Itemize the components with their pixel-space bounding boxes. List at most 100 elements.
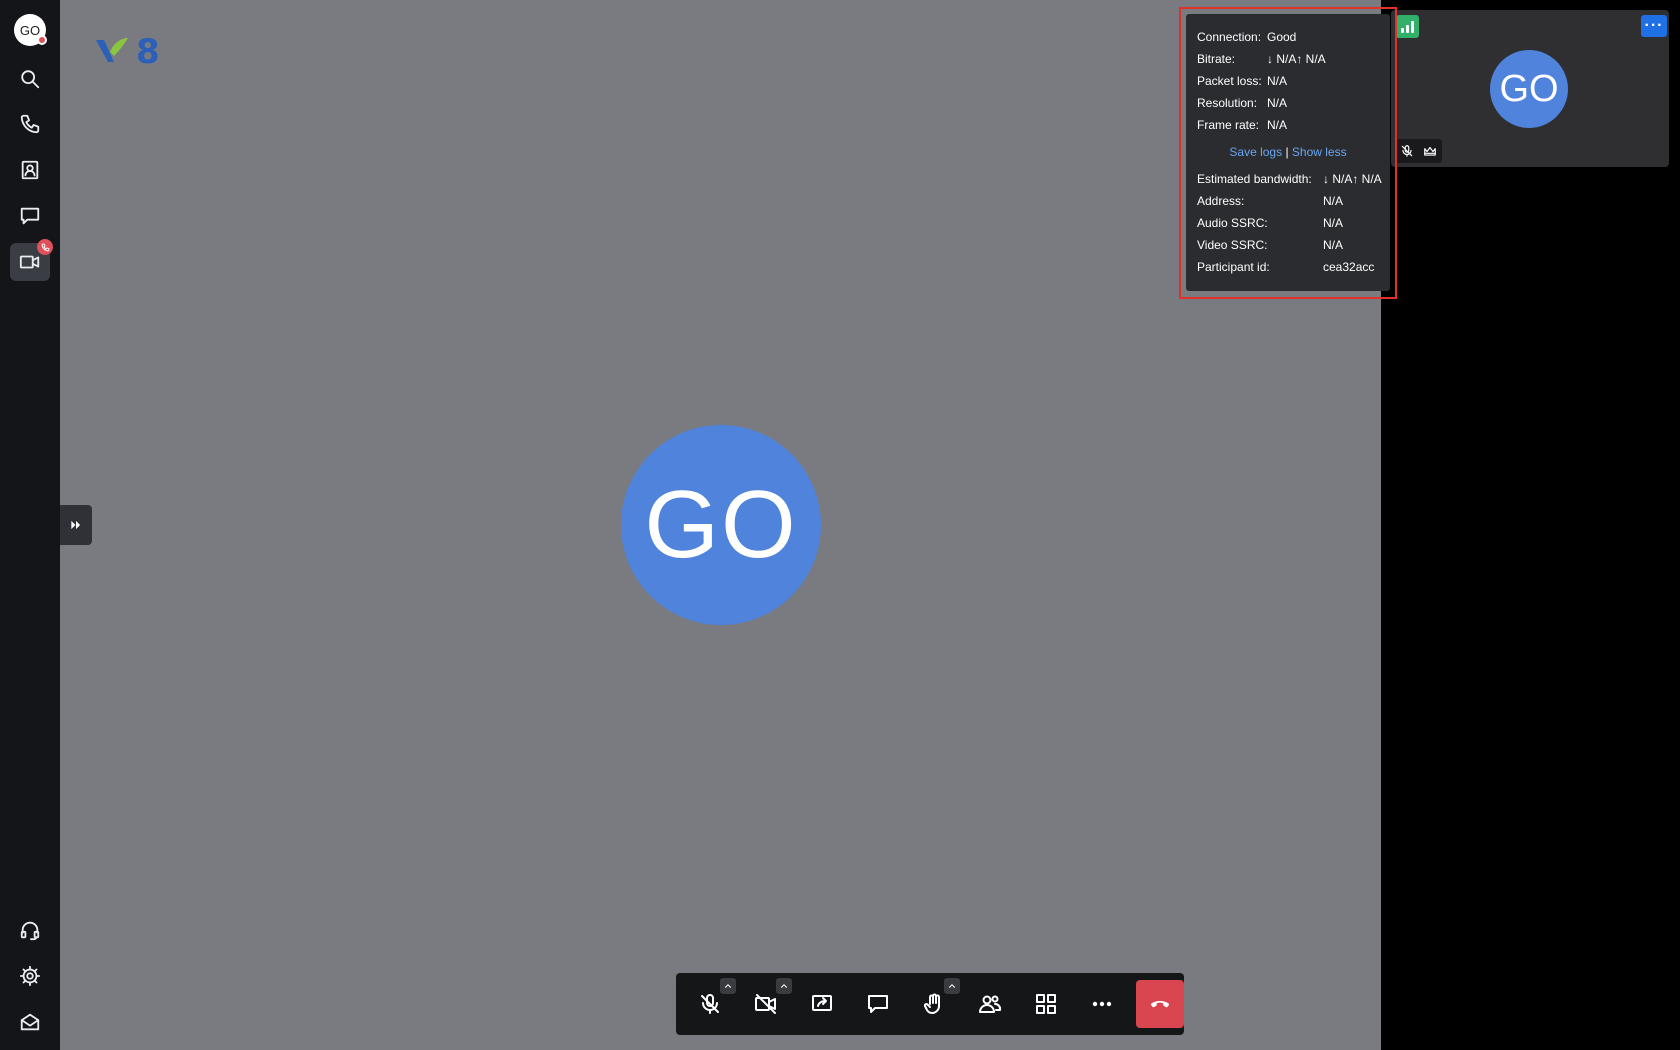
participants-button[interactable] [966,980,1014,1028]
stat-value: N/A [1267,96,1288,110]
signal-bar [1406,25,1409,33]
camera-off-icon [755,994,776,1014]
local-participant-thumbnail[interactable]: ··· GO [1391,10,1669,167]
stat-label: Resolution: [1197,96,1258,110]
chevron-up-icon [724,984,732,988]
stat-value: N/A [1267,74,1288,88]
open-envelope-icon [20,1013,40,1031]
reactions-options-button[interactable] [944,978,960,994]
sidebar-item-calls[interactable] [10,105,50,143]
dominant-speaker-avatar: GO [621,425,821,625]
sidebar-item-settings[interactable] [10,957,50,995]
stat-label: Address: [1197,194,1245,208]
chat-bubble-icon [20,207,40,225]
stat-row-video-ssrc: Video SSRC: N/A [1197,234,1390,256]
sidebar-item-mail[interactable] [10,1003,50,1041]
stat-value: Good [1267,30,1297,44]
audio-options-button[interactable] [720,978,736,994]
stat-value: N/A [1323,194,1344,208]
chevron-up-icon [780,984,788,988]
camera-toggle-button[interactable] [742,978,792,1028]
meeting-toolbar [676,973,1184,1035]
stat-label: Participant id: [1197,260,1270,274]
connection-stats-popover: Connection: Good Bitrate: ↓ N/A↑ N/A Pac… [1186,14,1390,291]
presence-status-dot [37,35,47,45]
stat-value: N/A [1323,216,1344,230]
search-icon [21,70,40,89]
filmstrip: ··· GO [1381,0,1680,1050]
stat-label: Audio SSRC: [1197,216,1268,230]
sidebar-item-chat[interactable] [10,197,50,235]
double-chevron-right-icon [71,520,81,530]
stat-value: N/A [1267,118,1288,132]
left-sidebar: GO [0,0,60,1050]
connection-indicator[interactable] [1396,15,1419,38]
sidebar-item-support[interactable] [10,911,50,949]
stat-row-packet-loss: Packet loss: N/A [1197,70,1390,92]
more-horizontal-icon [1092,1001,1112,1007]
microphone-muted-icon [701,994,719,1014]
thumbnail-avatar: GO [1490,50,1568,128]
raise-hand-icon [923,993,940,1014]
main-video-stage: 8 GO [60,0,1381,1050]
microphone-muted-icon [1401,145,1412,157]
stat-value: ↓ N/A↑ N/A [1323,172,1382,186]
participants-icon [979,995,1002,1013]
stat-row-frame-rate: Frame rate: N/A [1197,114,1390,136]
stat-value: cea32acc [1323,260,1375,274]
share-screen-button[interactable] [798,980,846,1028]
gear-icon [19,965,41,987]
link-separator: | [1285,145,1289,159]
thumbnail-status-icons [1395,139,1442,163]
thumbnail-initials: GO [1499,67,1559,110]
video-options-button[interactable] [776,978,792,994]
chat-toggle-button[interactable] [854,980,902,1028]
stat-label: Frame rate: [1197,118,1260,132]
phone-icon [20,114,40,134]
stat-label: Video SSRC: [1197,238,1268,252]
expand-sidebar-button[interactable] [60,505,92,545]
stat-row-address: Address: N/A [1197,190,1390,212]
signal-bar [1411,21,1414,33]
hangup-button[interactable] [1136,980,1184,1028]
video-camera-icon [19,255,40,269]
stat-row-bandwidth: Estimated bandwidth: ↓ N/A↑ N/A [1197,168,1390,190]
dominant-speaker-initials: GO [644,471,798,578]
chevron-up-icon [948,984,956,988]
moderator-crown-icon [1424,146,1437,156]
sidebar-item-search[interactable] [10,60,50,98]
thumbnail-more-button[interactable]: ··· [1641,15,1667,37]
hangup-icon [1150,1001,1170,1008]
tile-view-button[interactable] [1022,980,1070,1028]
stat-row-bitrate: Bitrate: ↓ N/A↑ N/A [1197,48,1390,70]
stat-row-audio-ssrc: Audio SSRC: N/A [1197,212,1390,234]
stat-row-connection: Connection: Good [1197,26,1390,48]
contact-card-icon [21,160,39,180]
app-logo: 8 [94,32,164,72]
stat-label: Bitrate: [1197,52,1236,66]
phone-icon [41,243,49,251]
grid-icon [1036,994,1056,1014]
raise-hand-button[interactable] [910,978,960,1028]
stat-value: N/A [1323,238,1344,252]
chat-bubble-icon [868,995,888,1013]
stat-row-participant-id: Participant id: cea32acc [1197,256,1390,278]
save-logs-link[interactable]: Save logs [1229,145,1282,159]
stat-label: Estimated bandwidth: [1197,172,1312,186]
sidebar-item-meetings[interactable] [10,239,53,281]
sidebar-item-contacts[interactable] [10,151,50,189]
popover-links: Save logs | Show less [1186,145,1390,159]
signal-bar [1401,28,1404,33]
microphone-toggle-button[interactable] [686,978,736,1028]
stat-label: Packet loss: [1197,74,1262,88]
share-screen-icon [812,995,832,1011]
stat-row-resolution: Resolution: N/A [1197,92,1390,114]
call-badge [37,239,53,255]
headset-icon [20,921,40,941]
user-avatar[interactable]: GO [14,14,47,46]
stat-label: Connection: [1197,30,1262,44]
show-less-link[interactable]: Show less [1292,145,1347,159]
stat-value: ↓ N/A↑ N/A [1267,52,1326,66]
user-avatar-initials: GO [19,22,41,38]
more-options-button[interactable] [1078,980,1126,1028]
